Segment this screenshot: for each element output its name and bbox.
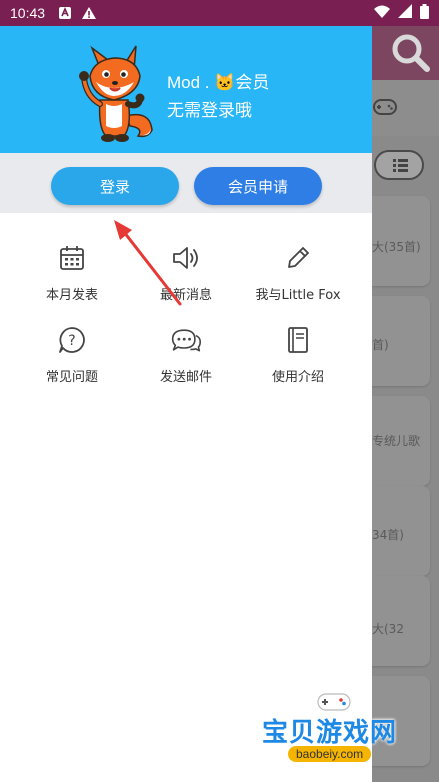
background-toolbar: [372, 26, 439, 80]
menu-item-label: 本月发表: [45, 288, 98, 303]
user-name: Mod . 🐱会员: [167, 73, 270, 92]
menu-item-label: 使用介绍: [271, 370, 324, 385]
list-item[interactable]: 大(35首): [372, 196, 430, 286]
status-bar: 10:43: [0, 0, 439, 26]
list-item[interactable]: 首): [372, 296, 430, 386]
watermark: 宝贝游戏网 baobeiy.com: [262, 688, 412, 778]
signal-icon: [398, 4, 412, 22]
menu-item-label: 我与Little Fox: [255, 288, 341, 303]
list-item-label: 专统儿歌: [372, 434, 421, 448]
list-item[interactable]: 大(32: [372, 576, 430, 666]
list-view-button[interactable]: [374, 150, 424, 180]
list-item[interactable]: 专统儿歌: [372, 396, 430, 486]
login-button[interactable]: 登录: [51, 167, 179, 205]
action-buttons-band: 登录 会员申请: [0, 153, 372, 213]
watermark-url: baobeiy.com: [288, 746, 372, 762]
menu-item-me-and-little-fox[interactable]: 我与Little Fox: [238, 242, 358, 312]
warning-icon: [81, 5, 97, 21]
chat-bubbles-icon: [170, 324, 202, 356]
menu-item-label: 常见问题: [45, 370, 98, 385]
user-subtitle: 无需登录哦: [167, 101, 252, 121]
list-icon: [393, 159, 408, 172]
pencil-icon: [282, 242, 314, 274]
fox-mascot-logo: [79, 45, 153, 142]
list-item-label: 大(32: [372, 622, 404, 636]
member-apply-button[interactable]: 会员申请: [194, 167, 322, 205]
menu-item-faq[interactable]: ? 常见问题: [12, 324, 132, 394]
question-bubble-icon: ?: [56, 324, 88, 356]
list-item[interactable]: 34首): [372, 486, 430, 576]
drawer-header: Mod . 🐱会员 无需登录哦: [0, 26, 372, 153]
book-icon: [282, 324, 314, 356]
status-time: 10:43: [10, 5, 46, 21]
search-icon: [392, 34, 430, 72]
menu-item-send-mail[interactable]: 发送邮件: [126, 324, 246, 394]
list-item-label: 34首): [372, 528, 404, 542]
calendar-icon: [56, 242, 88, 274]
svg-text:?: ?: [68, 333, 75, 349]
list-item-label: 大(35首): [372, 240, 421, 254]
watermark-text: 宝贝游戏网: [262, 718, 398, 748]
menu-item-label: 发送邮件: [159, 370, 212, 385]
wifi-icon: [374, 5, 390, 22]
annotation-arrow: [114, 220, 182, 306]
list-item-label: 首): [372, 338, 389, 352]
battery-icon: [420, 3, 429, 23]
gamepad-icon: [373, 99, 397, 115]
gamepad-logo-icon: [317, 693, 351, 711]
navigation-drawer: Mod . 🐱会员 无需登录哦 登录 会员申请 本月发表 最新消息 我与Litt…: [0, 26, 372, 782]
background-app: 大(35首) 首) 专统儿歌 34首) 大(32: [372, 26, 439, 782]
menu-item-user-guide[interactable]: 使用介绍: [238, 324, 358, 394]
app-notification-icon: [57, 5, 73, 21]
